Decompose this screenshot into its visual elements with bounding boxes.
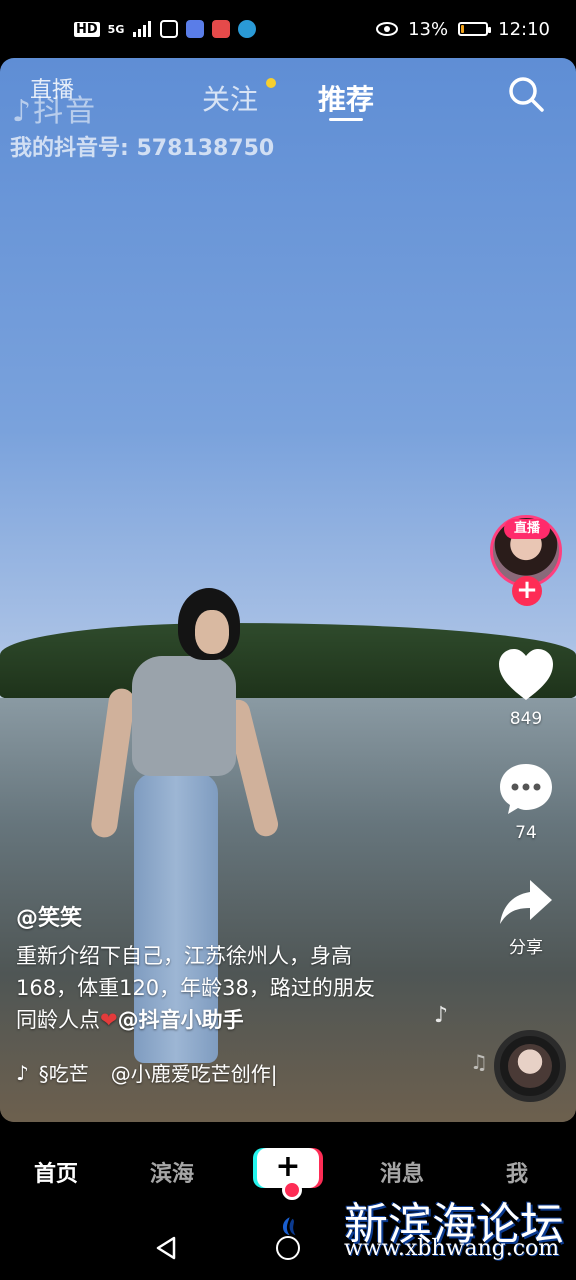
- app-icon-2: [186, 20, 205, 38]
- battery-percent: 13%: [408, 18, 449, 40]
- heart-icon: [499, 649, 553, 700]
- account-id-watermark: 我的抖音号: 578138750: [10, 136, 275, 161]
- back-icon[interactable]: [154, 1236, 178, 1260]
- author-name[interactable]: @笑笑: [16, 900, 82, 932]
- app-icon-1: [160, 20, 179, 38]
- tab-follow[interactable]: 关注: [202, 78, 258, 118]
- share-label: 分享: [509, 938, 543, 958]
- forum-url: www.xbhwang.com: [344, 1236, 560, 1261]
- music-ticker[interactable]: ♪ §吃芒 @小鹿爱吃芒创作|: [16, 1058, 278, 1087]
- floating-note-icon: ♪: [434, 1003, 449, 1028]
- floating-note-icon: ♫: [470, 1050, 488, 1074]
- network-label: HD: [74, 21, 100, 37]
- active-tab-indicator: [329, 118, 363, 121]
- heart-emoji-icon: ❤: [100, 1008, 118, 1032]
- music-title-right: @小鹿爱吃芒创作|: [110, 1062, 278, 1086]
- caption-line: 重新介绍下自己，江苏徐州人，身高: [16, 944, 352, 968]
- caption-line: 168，体重120，年龄38，路过的朋友: [16, 976, 375, 1000]
- disc-cover: [508, 1044, 552, 1088]
- signal-label: 5G: [107, 22, 125, 36]
- comment-count: 74: [515, 823, 537, 843]
- tab-local[interactable]: 滨海: [150, 1156, 194, 1188]
- battery-icon: [458, 22, 492, 36]
- comment-icon: [500, 764, 552, 814]
- person-face: [195, 610, 229, 654]
- tab-messages[interactable]: 消息: [380, 1156, 424, 1188]
- search-icon[interactable]: [506, 74, 546, 114]
- comment-button[interactable]: 74: [490, 762, 562, 843]
- status-left: HD 5G: [74, 20, 257, 38]
- share-button[interactable]: 分享: [490, 878, 562, 958]
- signal-icon: [133, 21, 152, 37]
- app-icon-3: [212, 20, 231, 38]
- battery-fill: [461, 25, 465, 33]
- like-count: 849: [509, 709, 543, 729]
- mention-link[interactable]: @抖音小助手: [118, 1008, 244, 1032]
- home-icon[interactable]: [276, 1236, 300, 1260]
- new-content-dot: [266, 78, 276, 88]
- post-caption: 重新介绍下自己，江苏徐州人，身高 168，体重120，年龄38，路过的朋友 同龄…: [16, 940, 426, 1036]
- music-title-left: §吃芒: [38, 1062, 89, 1086]
- like-button[interactable]: 849: [490, 648, 562, 729]
- clock: 12:10: [498, 18, 550, 40]
- music-disc[interactable]: [494, 1030, 566, 1102]
- music-note-icon: ♪: [16, 1060, 29, 1085]
- caption-line: 同龄人点❤@抖音小助手: [16, 1004, 426, 1036]
- follow-button[interactable]: +: [512, 576, 542, 606]
- tab-live[interactable]: 直播: [30, 72, 74, 104]
- person-torso: [132, 656, 236, 776]
- live-badge: 直播: [504, 519, 550, 539]
- caption-text: 同龄人点: [16, 1008, 100, 1032]
- status-bar: HD 5G 13% 12:10: [0, 0, 576, 58]
- tab-home[interactable]: 首页: [34, 1156, 78, 1188]
- share-arrow-icon: [500, 880, 552, 924]
- top-nav: ♪抖音 直播 关注 推荐: [0, 58, 576, 133]
- eye-icon: [376, 22, 399, 36]
- status-right: 13% 12:10: [376, 19, 550, 40]
- app-icon-4: [238, 20, 257, 38]
- tab-me[interactable]: 我: [506, 1156, 528, 1188]
- tab-recommend[interactable]: 推荐: [318, 78, 374, 118]
